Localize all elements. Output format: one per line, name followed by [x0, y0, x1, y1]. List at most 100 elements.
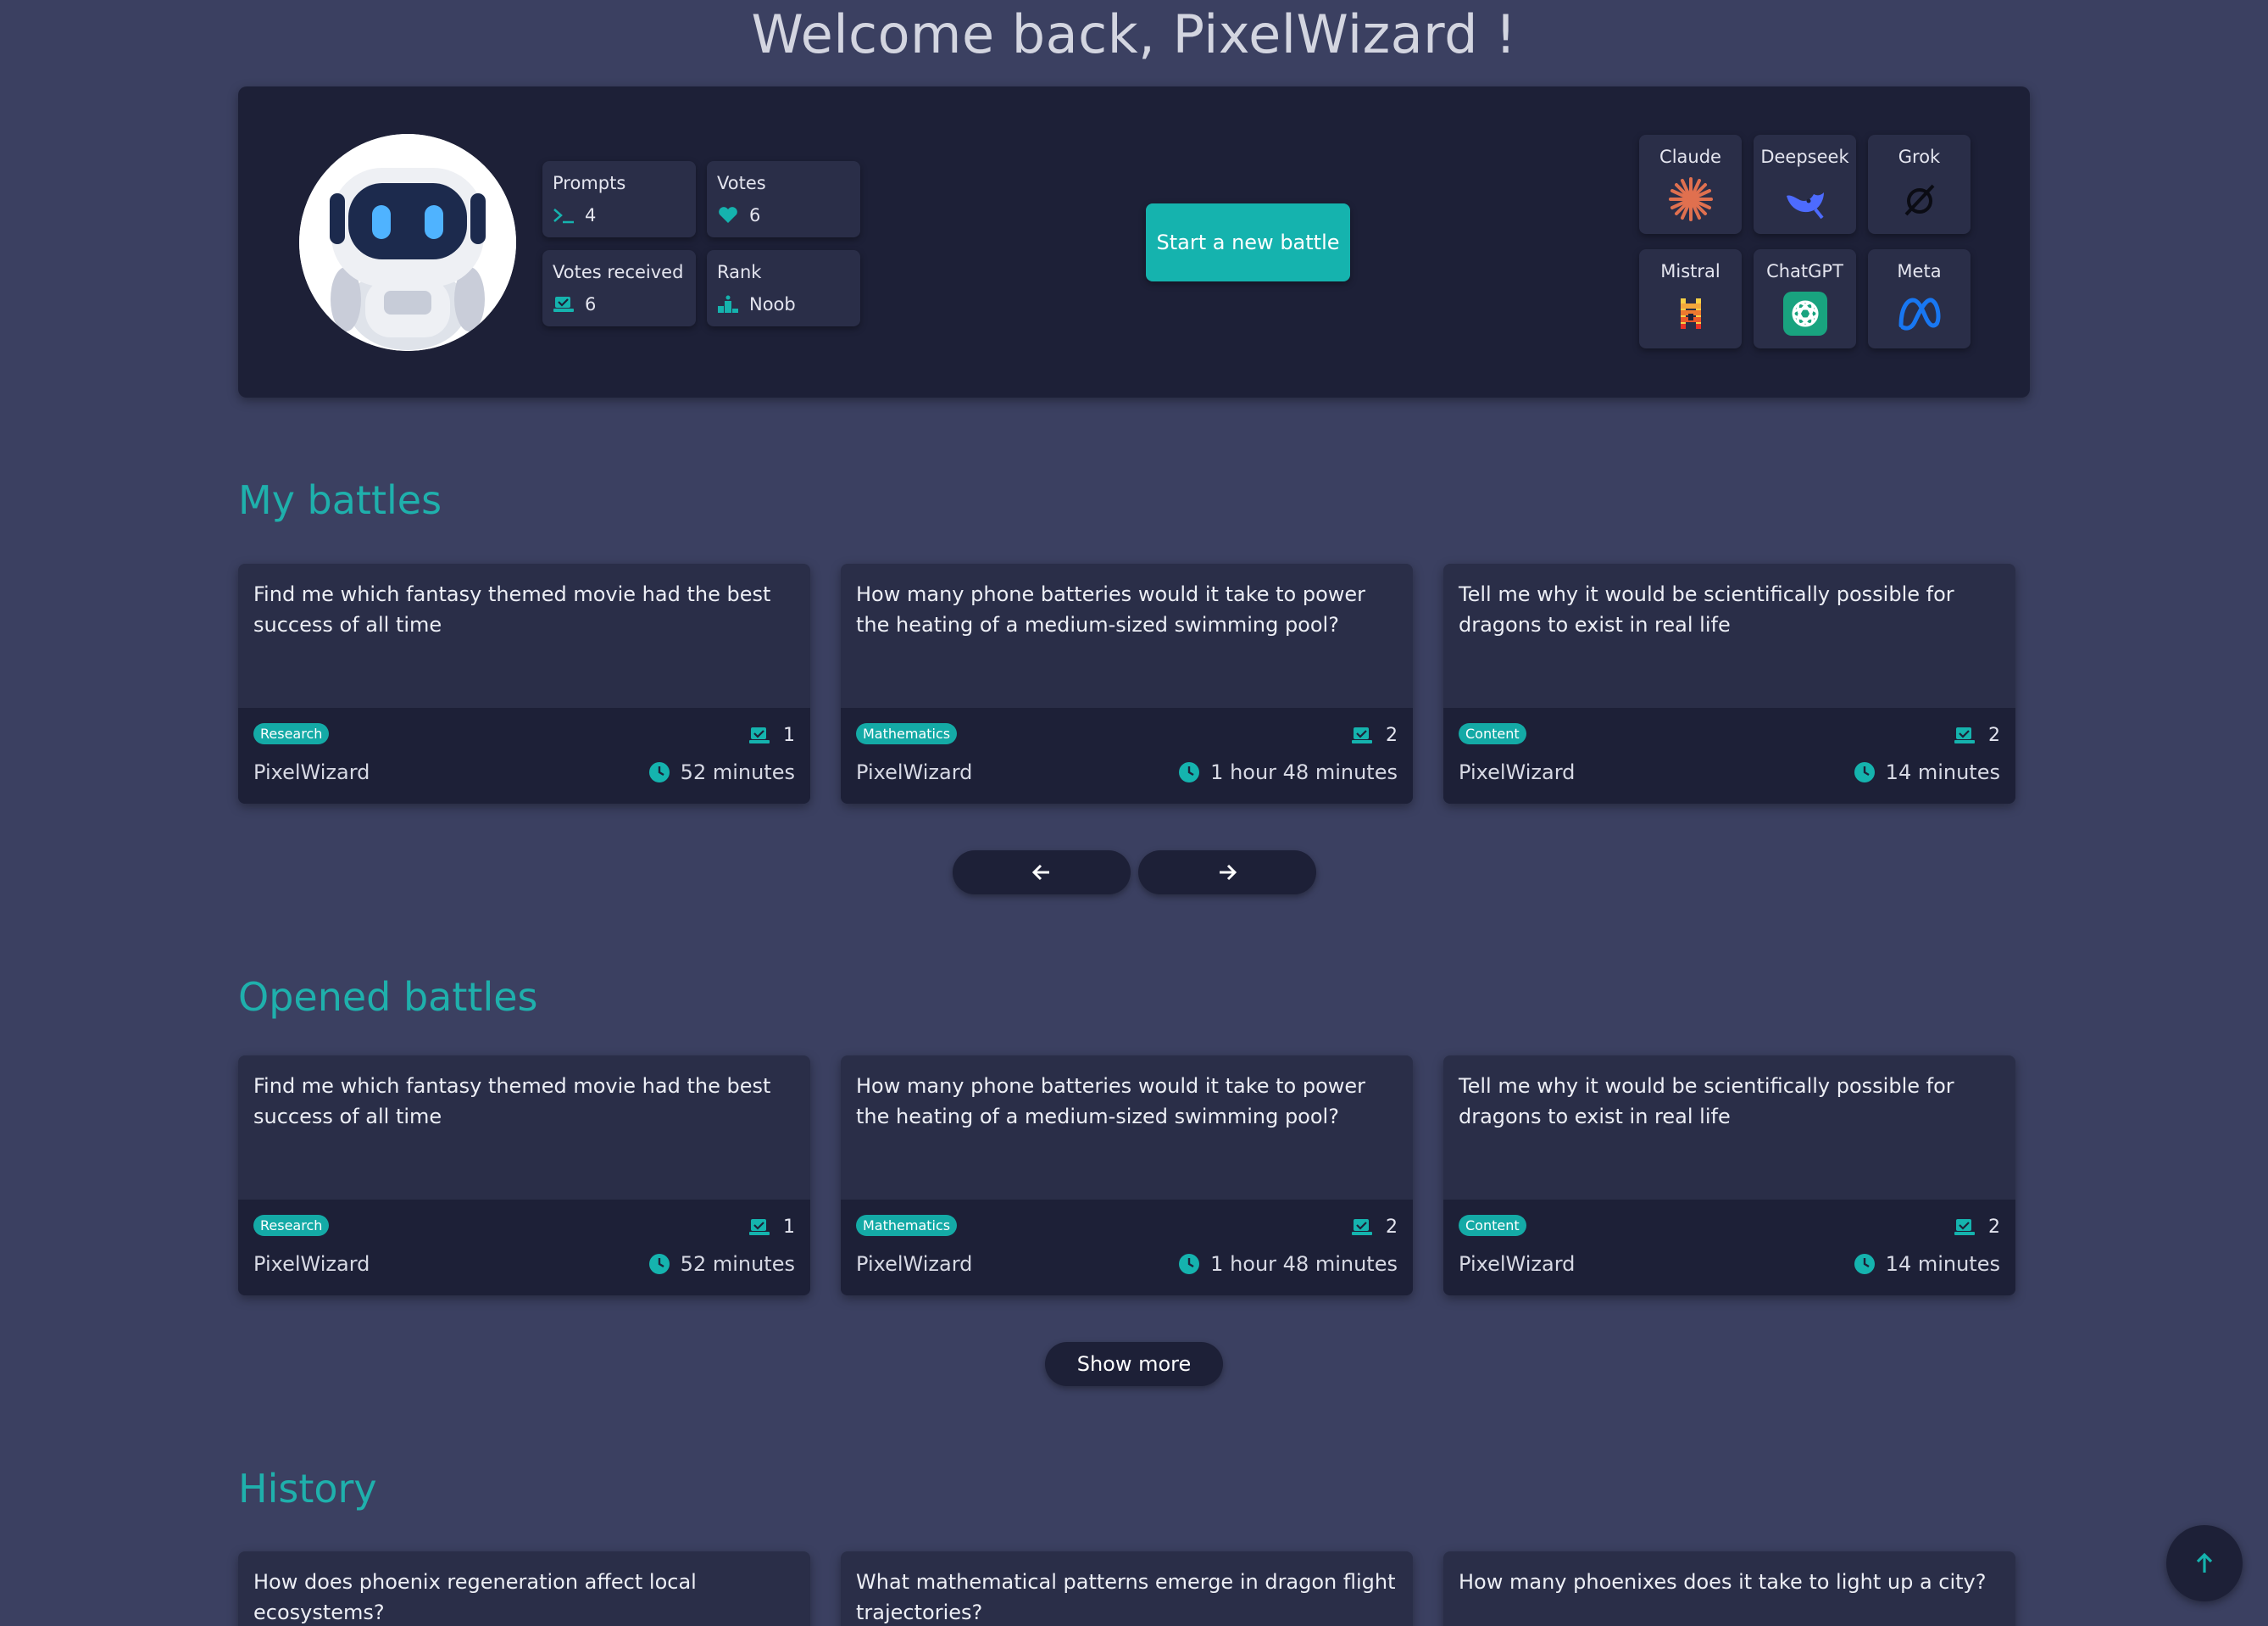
category-tag: Research	[253, 1215, 330, 1236]
clock-icon	[1179, 1254, 1200, 1274]
claude-logo-icon	[1668, 177, 1713, 221]
battle-time: 52 minutes	[648, 1252, 795, 1276]
category-tag: Content	[1459, 1215, 1526, 1236]
clock-icon	[1179, 762, 1200, 782]
deepseek-logo-icon	[1786, 192, 1824, 220]
stat-rank-label: Rank	[717, 262, 762, 282]
battle-author: PixelWizard	[856, 1252, 973, 1276]
scroll-to-top-button[interactable]	[2166, 1525, 2243, 1601]
meta-logo-icon	[1898, 298, 1940, 331]
terminal-icon	[553, 209, 574, 224]
inbox-check-icon	[553, 297, 574, 312]
battle-card[interactable]: Find me which fantasy themed movie had t…	[238, 1055, 810, 1295]
opened-battles-title: Opened battles	[238, 974, 538, 1020]
previous-button[interactable]	[953, 850, 1131, 894]
battle-time-value: 52 minutes	[680, 1252, 795, 1276]
battle-time-value: 1 hour 48 minutes	[1210, 1252, 1398, 1276]
battle-time-value: 1 hour 48 minutes	[1210, 760, 1398, 784]
model-mistral[interactable]: Mistral	[1639, 249, 1742, 348]
model-claude[interactable]: Claude	[1639, 135, 1742, 234]
model-claude-label: Claude	[1659, 147, 1721, 167]
model-deepseek[interactable]: Deepseek	[1754, 135, 1856, 234]
stat-prompts-label: Prompts	[553, 173, 626, 193]
grok-logo-icon	[1904, 184, 1934, 216]
vote-count-value: 2	[1988, 725, 2000, 746]
vote-count-value: 2	[1386, 725, 1398, 746]
battle-author: PixelWizard	[253, 760, 370, 784]
start-battle-button[interactable]: Start a new battle	[1146, 203, 1350, 281]
battle-card[interactable]: How many phone batteries would it take t…	[841, 1055, 1413, 1295]
stat-votes-value: 6	[749, 205, 761, 226]
history-question: How does phoenix regeneration affect loc…	[253, 1570, 697, 1624]
model-chatgpt[interactable]: ChatGPT	[1754, 249, 1856, 348]
model-meta[interactable]: Meta	[1868, 249, 1971, 348]
avatar[interactable]	[299, 134, 516, 351]
vote-count: 1	[748, 725, 795, 746]
battle-time-value: 52 minutes	[680, 760, 795, 784]
model-mistral-label: Mistral	[1660, 261, 1720, 281]
history-question: How many phoenixes does it take to light…	[1459, 1570, 1987, 1594]
stat-rank: Rank Noob	[707, 250, 860, 326]
battle-time: 1 hour 48 minutes	[1178, 760, 1398, 784]
battle-time: 52 minutes	[648, 760, 795, 784]
chatgpt-logo-icon	[1782, 292, 1827, 336]
clock-icon	[1854, 762, 1875, 782]
battle-question: Find me which fantasy themed movie had t…	[253, 1074, 771, 1128]
battle-time: 14 minutes	[1854, 1252, 2000, 1276]
dashboard-page: Welcome back, PixelWizard ! Prompts 4 Vo…	[0, 0, 2268, 1626]
category-tag: Research	[253, 723, 330, 744]
vote-count-value: 1	[783, 725, 795, 746]
inbox-check-icon	[749, 1218, 770, 1235]
next-button[interactable]	[1138, 850, 1316, 894]
arrow-left-icon	[1031, 864, 1049, 881]
inbox-check-icon	[1352, 1218, 1372, 1235]
vote-count-value: 2	[1386, 1217, 1398, 1238]
inbox-check-icon	[1954, 1218, 1975, 1235]
vote-count-value: 1	[783, 1217, 795, 1238]
battle-time: 1 hour 48 minutes	[1178, 1252, 1398, 1276]
category-tag: Mathematics	[856, 1215, 958, 1236]
inbox-check-icon	[1352, 727, 1372, 743]
battle-author: PixelWizard	[856, 760, 973, 784]
stat-votes-received-value: 6	[585, 294, 597, 315]
battle-question: Tell me why it would be scientifically p…	[1459, 1074, 1954, 1128]
category-tag: Content	[1459, 723, 1526, 744]
battle-author: PixelWizard	[1459, 1252, 1576, 1276]
arrow-right-icon	[1220, 864, 1237, 881]
stat-votes: Votes 6	[707, 161, 860, 237]
podium-icon	[718, 295, 738, 313]
model-grok[interactable]: Grok	[1868, 135, 1971, 234]
show-more-button[interactable]: Show more	[1045, 1342, 1223, 1386]
clock-icon	[648, 762, 670, 782]
robot-avatar-icon	[299, 134, 516, 351]
stat-votes-label: Votes	[717, 173, 766, 193]
stat-rank-value: Noob	[749, 294, 796, 315]
history-card[interactable]: What mathematical patterns emerge in dra…	[841, 1551, 1413, 1626]
vote-count: 2	[1350, 725, 1398, 746]
vote-count-value: 2	[1988, 1217, 2000, 1238]
inbox-check-icon	[749, 727, 770, 743]
battle-author: PixelWizard	[253, 1252, 370, 1276]
battle-time: 14 minutes	[1854, 760, 2000, 784]
stat-votes-received: Votes received 6	[542, 250, 696, 326]
battle-card[interactable]: Find me which fantasy themed movie had t…	[238, 564, 810, 804]
battle-card[interactable]: How many phone batteries would it take t…	[841, 564, 1413, 804]
battle-question: How many phone batteries would it take t…	[856, 582, 1366, 637]
battle-card[interactable]: Tell me why it would be scientifically p…	[1443, 564, 2015, 804]
category-tag: Mathematics	[856, 723, 958, 744]
history-title: History	[238, 1466, 377, 1512]
vote-count: 2	[1350, 1217, 1398, 1238]
model-meta-label: Meta	[1897, 261, 1942, 281]
mistral-logo-icon	[1680, 298, 1701, 329]
vote-count: 2	[1953, 725, 2000, 746]
battle-card[interactable]: Tell me why it would be scientifically p…	[1443, 1055, 2015, 1295]
battle-author: PixelWizard	[1459, 760, 1576, 784]
battle-time-value: 14 minutes	[1885, 1252, 2000, 1276]
stat-prompts-value: 4	[585, 205, 597, 226]
history-card[interactable]: How many phoenixes does it take to light…	[1443, 1551, 2015, 1626]
history-card[interactable]: How does phoenix regeneration affect loc…	[238, 1551, 810, 1626]
vote-count: 1	[748, 1217, 795, 1238]
clock-icon	[648, 1254, 670, 1274]
model-grok-label: Grok	[1898, 147, 1941, 167]
welcome-heading: Welcome back, PixelWizard !	[751, 3, 1517, 65]
